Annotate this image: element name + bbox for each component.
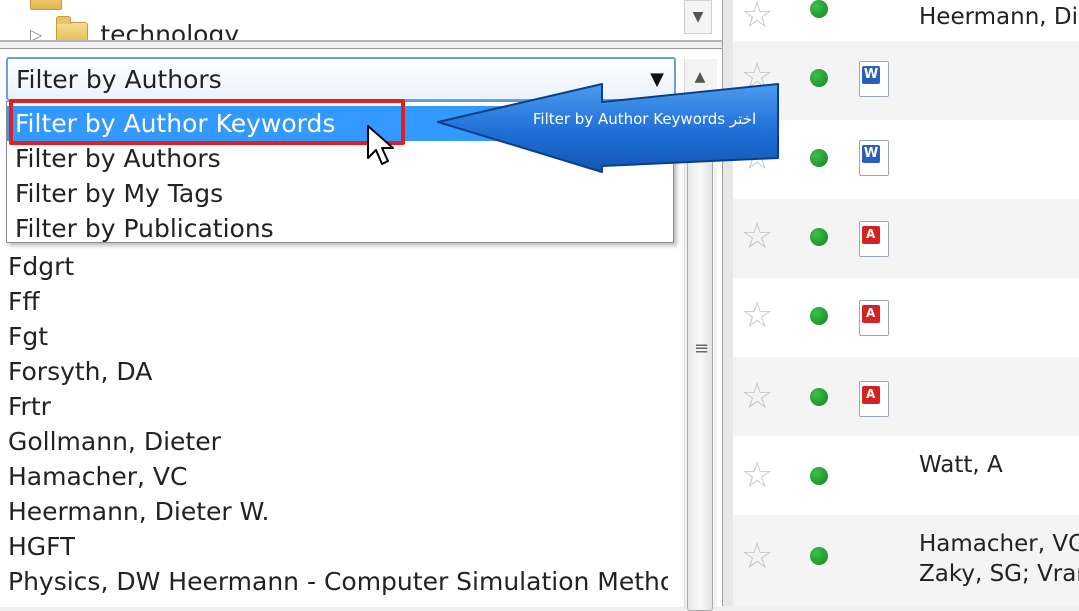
list-item[interactable]: Fgt bbox=[8, 319, 48, 354]
option-filter-by-publications[interactable]: Filter by Publications bbox=[7, 211, 673, 246]
list-item[interactable]: Physics, DW Heermann - Computer Simulati… bbox=[8, 564, 668, 599]
list-item[interactable]: Heermann, Dieter W. bbox=[8, 494, 269, 529]
filter-dropdown-value: Filter by Authors bbox=[16, 64, 222, 94]
table-row[interactable]: ☆ bbox=[733, 41, 1079, 120]
read-status-icon bbox=[810, 228, 828, 246]
folder-icon bbox=[30, 0, 62, 10]
list-item[interactable]: Hamacher, VC bbox=[8, 459, 188, 494]
pdf-document-icon[interactable] bbox=[859, 221, 889, 257]
table-row[interactable]: ☆ bbox=[733, 120, 1079, 199]
word-document-icon[interactable] bbox=[859, 140, 889, 176]
expand-arrow-icon[interactable]: ▷ bbox=[30, 25, 42, 41]
read-status-icon bbox=[810, 307, 828, 325]
pdf-document-icon[interactable] bbox=[859, 300, 889, 336]
scrollbar-thumb[interactable]: ≡ bbox=[687, 143, 713, 611]
tree-item-label: technology bbox=[100, 19, 240, 42]
option-filter-by-my-tags[interactable]: Filter by My Tags bbox=[7, 176, 673, 211]
arrow-shape bbox=[437, 83, 779, 173]
read-status-icon bbox=[810, 388, 828, 406]
authors-cell: Heermann, Die bbox=[919, 4, 1079, 30]
tree-item-technology[interactable]: ▷ technology bbox=[30, 14, 240, 42]
table-row[interactable]: ☆ Watt, A bbox=[733, 436, 1079, 515]
table-row[interactable]: ☆ Heermann, Die bbox=[733, 0, 1079, 41]
word-document-icon[interactable] bbox=[859, 61, 889, 97]
star-icon[interactable]: ☆ bbox=[741, 379, 773, 415]
read-status-icon bbox=[810, 0, 828, 18]
star-icon[interactable]: ☆ bbox=[741, 458, 773, 494]
table-row[interactable]: ☆ bbox=[733, 278, 1079, 357]
folder-tree: ▷ technology ▼ bbox=[0, 0, 722, 42]
read-status-icon bbox=[810, 69, 828, 87]
table-row[interactable]: ☆ Hamacher, VC Zaky, SG; Vran bbox=[733, 515, 1079, 606]
star-icon[interactable]: ☆ bbox=[741, 298, 773, 334]
folder-icon bbox=[56, 16, 89, 40]
table-row[interactable]: ☆ bbox=[733, 199, 1079, 278]
callout-label: Filter by Author Keywords اختر bbox=[532, 110, 757, 128]
list-item[interactable]: Fff bbox=[8, 284, 40, 319]
authors-cell: Watt, A bbox=[919, 452, 1003, 478]
star-icon[interactable]: ☆ bbox=[741, 539, 773, 575]
read-status-icon bbox=[810, 547, 828, 565]
list-item[interactable]: Frtr bbox=[8, 389, 51, 424]
tutorial-callout-arrow: Filter by Author Keywords اختر bbox=[434, 82, 784, 174]
grip-icon: ≡ bbox=[694, 338, 710, 359]
mouse-cursor-icon bbox=[367, 125, 394, 165]
list-item[interactable]: Gollmann, Dieter bbox=[8, 424, 221, 459]
table-row[interactable]: ☆ bbox=[733, 357, 1079, 436]
authors-cell-line2: Zaky, SG; Vran bbox=[919, 561, 1079, 587]
list-item[interactable]: HGFT bbox=[8, 529, 75, 564]
list-item[interactable]: Fdgrt bbox=[8, 249, 74, 284]
tree-scroll-down-button[interactable]: ▼ bbox=[684, 0, 712, 34]
read-status-icon bbox=[810, 149, 828, 167]
star-icon[interactable]: ☆ bbox=[741, 0, 773, 34]
highlight-box bbox=[9, 99, 405, 145]
pdf-document-icon[interactable] bbox=[859, 381, 889, 417]
star-icon[interactable]: ☆ bbox=[741, 219, 773, 255]
authors-cell: Hamacher, VC bbox=[919, 531, 1079, 557]
list-item[interactable]: Forsyth, DA bbox=[8, 354, 152, 389]
read-status-icon bbox=[810, 467, 828, 485]
chevron-down-icon: ▼ bbox=[692, 9, 704, 25]
